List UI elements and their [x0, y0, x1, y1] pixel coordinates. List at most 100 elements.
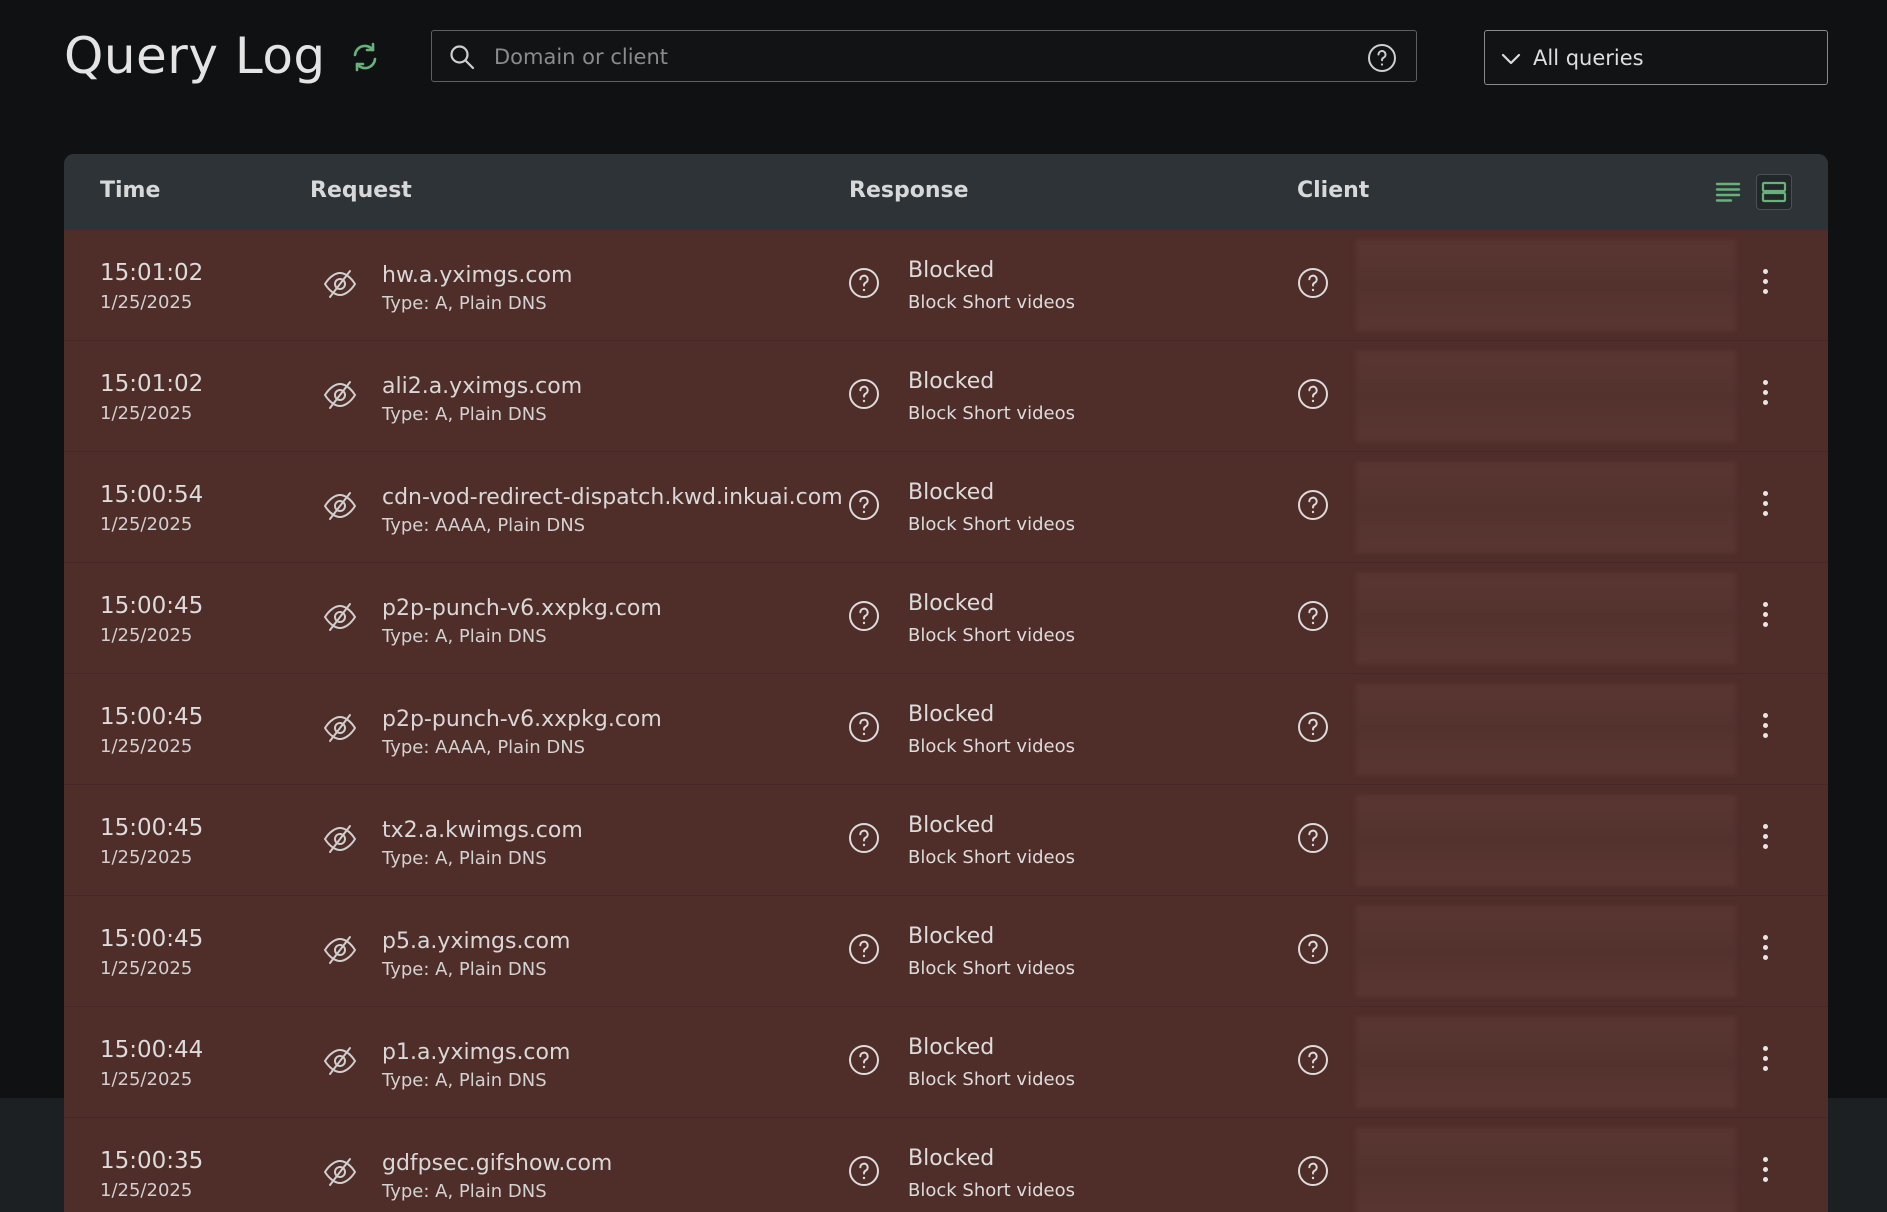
column-header-request: Request: [310, 178, 412, 203]
query-type-select[interactable]: All queries: [1484, 30, 1828, 85]
request-domain[interactable]: p1.a.yximgs.com: [382, 1038, 570, 1068]
help-circle-icon[interactable]: [847, 932, 881, 966]
client-redacted: [1356, 240, 1736, 331]
request-domain[interactable]: cdn-vod-redirect-dispatch.kwd.inkuai.com: [382, 483, 843, 513]
column-header-response: Response: [849, 178, 969, 203]
time-value: 15:01:02: [100, 371, 204, 397]
response-cell: Blocked Block Short videos: [908, 1033, 1075, 1093]
table-row[interactable]: 15:00:45 1/25/2025 p2p-punch-v6.xxpkg.co…: [64, 563, 1828, 674]
table-row[interactable]: 15:00:35 1/25/2025 gdfpsec.gifshow.com T…: [64, 1118, 1828, 1212]
date-value: 1/25/2025: [100, 292, 193, 313]
search-input[interactable]: [492, 31, 1346, 83]
request-type: Type: A, Plain DNS: [382, 848, 547, 869]
request-domain[interactable]: p5.a.yximgs.com: [382, 927, 570, 957]
help-circle-icon[interactable]: [847, 377, 881, 411]
help-circle-icon[interactable]: [847, 488, 881, 522]
table-row[interactable]: 15:00:45 1/25/2025 p2p-punch-v6.xxpkg.co…: [64, 674, 1828, 785]
refresh-icon: [353, 42, 377, 72]
response-status: Blocked: [908, 1035, 995, 1060]
help-circle-icon[interactable]: [847, 266, 881, 300]
help-circle-icon[interactable]: [1296, 932, 1330, 966]
default-view-toggle[interactable]: [1756, 174, 1792, 210]
eye-slash-icon: [323, 603, 357, 631]
response-rule: Block Short videos: [908, 1180, 1075, 1201]
response-status: Blocked: [908, 813, 995, 838]
client-redacted: [1356, 684, 1736, 775]
request-domain[interactable]: hw.a.yximgs.com: [382, 261, 572, 291]
help-circle-icon[interactable]: [1296, 710, 1330, 744]
help-circle-icon[interactable]: [1296, 488, 1330, 522]
response-cell: Blocked Block Short videos: [908, 700, 1075, 760]
help-circle-icon[interactable]: [1296, 821, 1330, 855]
request-domain[interactable]: tx2.a.kwimgs.com: [382, 816, 583, 846]
eye-slash-icon: [323, 381, 357, 409]
date-value: 1/25/2025: [100, 958, 193, 979]
row-actions-button[interactable]: [1754, 265, 1778, 299]
request-cell: p2p-punch-v6.xxpkg.com Type: A, Plain DN…: [382, 594, 662, 650]
date-value: 1/25/2025: [100, 1069, 193, 1090]
eye-slash-icon: [323, 825, 357, 853]
request-domain[interactable]: p2p-punch-v6.xxpkg.com: [382, 594, 662, 624]
table-row[interactable]: 15:01:02 1/25/2025 hw.a.yximgs.com Type:…: [64, 230, 1828, 341]
row-actions-button[interactable]: [1754, 1153, 1778, 1187]
time-value: 15:00:54: [100, 482, 204, 508]
request-domain[interactable]: ali2.a.yximgs.com: [382, 372, 582, 402]
rows-view-icon: [1761, 181, 1787, 203]
row-actions-button[interactable]: [1754, 487, 1778, 521]
time-cell: 15:01:02 1/25/2025: [100, 258, 203, 316]
time-cell: 15:00:45 1/25/2025: [100, 924, 203, 982]
table-row[interactable]: 15:00:54 1/25/2025 cdn-vod-redirect-disp…: [64, 452, 1828, 563]
response-status: Blocked: [908, 369, 995, 394]
help-circle-icon[interactable]: [1296, 266, 1330, 300]
help-circle-icon[interactable]: [1296, 599, 1330, 633]
client-redacted: [1356, 795, 1736, 886]
request-type: Type: AAAA, Plain DNS: [382, 737, 586, 758]
row-actions-button[interactable]: [1754, 931, 1778, 965]
table-header: Time Request Response Client: [64, 154, 1828, 230]
eye-slash-icon: [323, 1047, 357, 1075]
request-type: Type: A, Plain DNS: [382, 959, 547, 980]
row-actions-button[interactable]: [1754, 598, 1778, 632]
help-circle-icon[interactable]: [1296, 1154, 1330, 1188]
request-domain[interactable]: gdfpsec.gifshow.com: [382, 1149, 612, 1179]
response-cell: Blocked Block Short videos: [908, 811, 1075, 871]
help-circle-icon[interactable]: [1296, 1043, 1330, 1077]
response-rule: Block Short videos: [908, 847, 1075, 868]
date-value: 1/25/2025: [100, 847, 193, 868]
table-row[interactable]: 15:00:44 1/25/2025 p1.a.yximgs.com Type:…: [64, 1007, 1828, 1118]
query-log-table: Time Request Response Client 15:01:02 1/…: [64, 154, 1828, 1212]
help-circle-icon[interactable]: [1366, 42, 1398, 74]
table-row[interactable]: 15:01:02 1/25/2025 ali2.a.yximgs.com Typ…: [64, 341, 1828, 452]
request-cell: gdfpsec.gifshow.com Type: A, Plain DNS: [382, 1149, 612, 1205]
request-cell: p2p-punch-v6.xxpkg.com Type: AAAA, Plain…: [382, 705, 662, 761]
lines-view-icon: [1715, 182, 1741, 202]
row-actions-button[interactable]: [1754, 709, 1778, 743]
response-status: Blocked: [908, 702, 995, 727]
table-row[interactable]: 15:00:45 1/25/2025 p5.a.yximgs.com Type:…: [64, 896, 1828, 1007]
help-circle-icon[interactable]: [847, 1043, 881, 1077]
request-type: Type: A, Plain DNS: [382, 1070, 547, 1091]
time-cell: 15:00:44 1/25/2025: [100, 1035, 203, 1093]
help-circle-icon[interactable]: [1296, 377, 1330, 411]
row-actions-button[interactable]: [1754, 376, 1778, 410]
request-type: Type: A, Plain DNS: [382, 626, 547, 647]
help-circle-icon[interactable]: [847, 710, 881, 744]
help-circle-icon[interactable]: [847, 821, 881, 855]
compact-view-toggle[interactable]: [1710, 174, 1746, 210]
request-domain[interactable]: p2p-punch-v6.xxpkg.com: [382, 705, 662, 735]
time-value: 15:00:45: [100, 815, 204, 841]
row-actions-button[interactable]: [1754, 820, 1778, 854]
response-cell: Blocked Block Short videos: [908, 367, 1075, 427]
time-value: 15:00:35: [100, 1148, 204, 1174]
row-actions-button[interactable]: [1754, 1042, 1778, 1076]
help-circle-icon[interactable]: [847, 1154, 881, 1188]
date-value: 1/25/2025: [100, 736, 193, 757]
refresh-button[interactable]: [347, 39, 383, 75]
request-cell: p1.a.yximgs.com Type: A, Plain DNS: [382, 1038, 570, 1094]
client-redacted: [1356, 462, 1736, 553]
response-cell: Blocked Block Short videos: [908, 256, 1075, 316]
table-row[interactable]: 15:00:45 1/25/2025 tx2.a.kwimgs.com Type…: [64, 785, 1828, 896]
time-cell: 15:00:45 1/25/2025: [100, 813, 203, 871]
help-circle-icon[interactable]: [847, 599, 881, 633]
page-title: Query Log: [64, 27, 326, 85]
